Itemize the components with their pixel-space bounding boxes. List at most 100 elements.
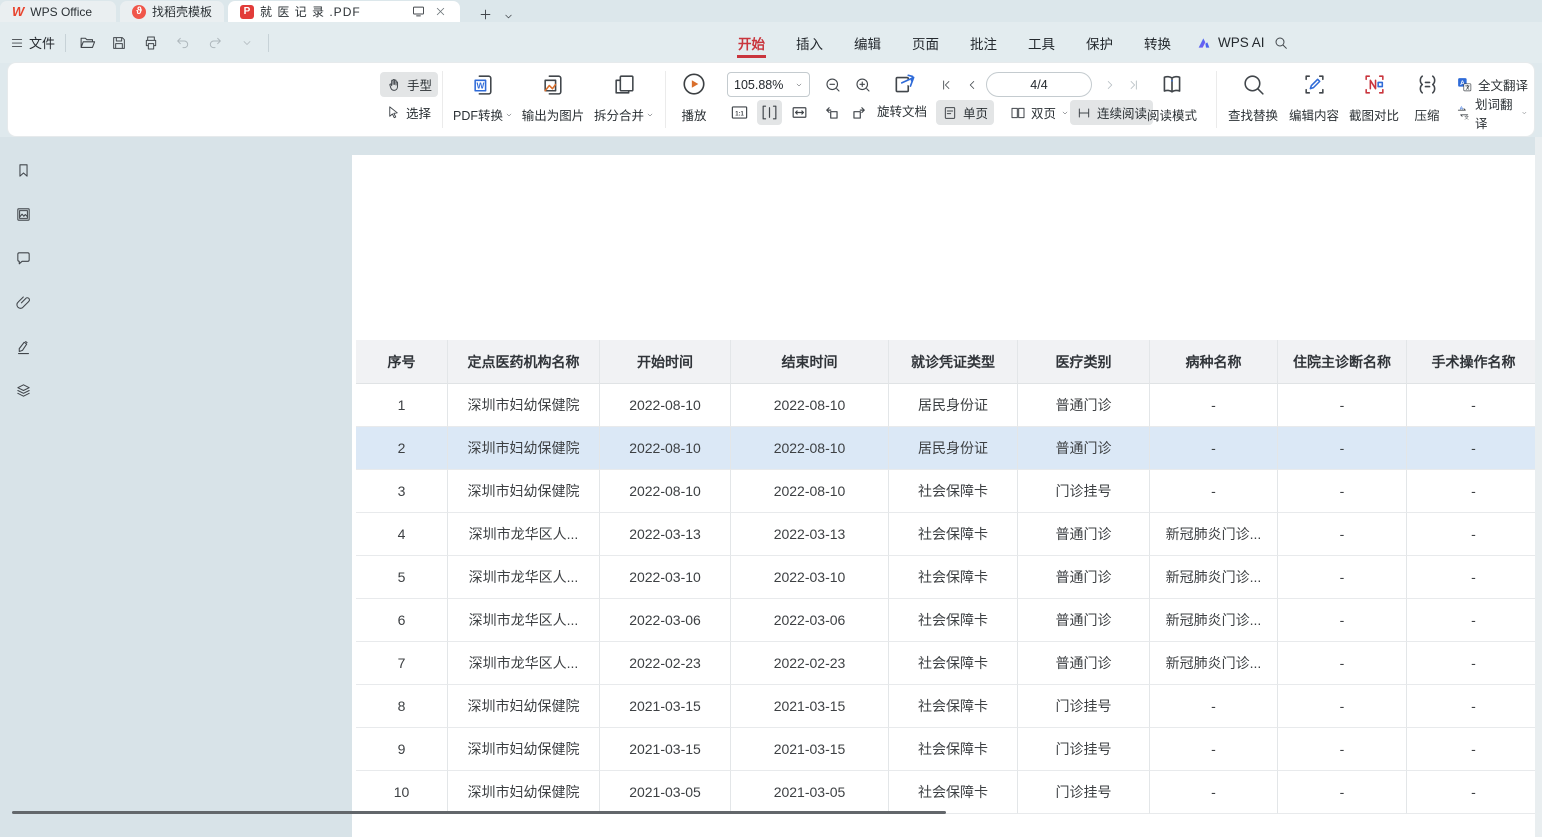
fit-page-button[interactable] — [787, 100, 812, 125]
table-cell: 普通门诊 — [1018, 513, 1150, 556]
menu-convert[interactable]: 转换 — [1143, 24, 1172, 62]
menu-home[interactable]: 开始 — [737, 24, 766, 62]
table-header-cell: 住院主诊断名称 — [1278, 340, 1407, 384]
rotate-left-button[interactable] — [819, 100, 844, 125]
zoom-level-select[interactable]: 105.88% — [727, 72, 810, 97]
table-cell: 新冠肺炎门诊... — [1150, 642, 1278, 685]
tab-wps-office[interactable]: W WPS Office — [0, 1, 116, 22]
page-indicator-input[interactable]: 4/4 — [986, 72, 1092, 97]
table-header-cell: 就诊凭证类型 — [889, 340, 1018, 384]
signature-button[interactable] — [12, 335, 34, 357]
table-cell: 社会保障卡 — [889, 642, 1018, 685]
table-cell: 居民身份证 — [889, 384, 1018, 427]
tab-docer-templates[interactable]: ϑ 找稻壳模板 — [120, 1, 224, 22]
table-cell: - — [1150, 771, 1278, 814]
menu-protect[interactable]: 保护 — [1085, 24, 1114, 62]
table-cell: 8 — [356, 685, 448, 728]
rotate-pages-icon — [892, 71, 918, 97]
fit-width-button[interactable] — [757, 100, 782, 125]
vertical-scrollbar[interactable] — [1535, 137, 1542, 837]
comments-button[interactable] — [12, 247, 34, 269]
select-tool-button[interactable]: 选择 — [380, 100, 437, 125]
folder-open-icon — [79, 34, 96, 51]
menu-tools[interactable]: 工具 — [1027, 24, 1056, 62]
menu-page[interactable]: 页面 — [911, 24, 940, 62]
table-cell: 门诊挂号 — [1018, 771, 1150, 814]
table-cell: 2021-03-15 — [600, 685, 731, 728]
divider — [65, 34, 66, 52]
svg-text:文: 文 — [1464, 114, 1469, 121]
quick-access-chevron-icon[interactable] — [236, 32, 258, 54]
table-cell: 深圳市龙华区人... — [448, 642, 600, 685]
table-cell: 2022-02-23 — [731, 642, 889, 685]
table-cell: 深圳市妇幼保健院 — [448, 771, 600, 814]
table-body: 1深圳市妇幼保健院2022-08-102022-08-10居民身份证普通门诊--… — [356, 384, 1536, 814]
open-file-button[interactable] — [76, 32, 98, 54]
attachments-button[interactable] — [12, 291, 34, 313]
undo-icon — [175, 35, 191, 51]
next-page-button[interactable] — [1100, 72, 1120, 97]
table-cell: - — [1150, 470, 1278, 513]
read-mode-button[interactable]: 阅读模式 — [1130, 70, 1214, 125]
thumbnails-button[interactable] — [12, 203, 34, 225]
present-to-screen-icon[interactable] — [410, 4, 426, 20]
search-icon — [1273, 35, 1289, 51]
table-cell: 深圳市龙华区人... — [448, 513, 600, 556]
rotate-pages-button[interactable] — [890, 70, 920, 98]
close-tab-icon[interactable] — [432, 4, 448, 20]
table-cell: - — [1278, 513, 1407, 556]
layers-icon — [15, 382, 32, 399]
play-button[interactable]: 播放 — [652, 70, 736, 125]
prev-page-button[interactable] — [962, 72, 982, 97]
fit-width-icon — [760, 103, 779, 122]
single-page-button[interactable]: 单页 — [936, 100, 994, 125]
docer-icon: ϑ — [132, 5, 146, 19]
svg-text:1:1: 1:1 — [735, 111, 744, 117]
actual-size-button[interactable]: 1:1 — [727, 100, 752, 125]
rotate-right-button[interactable] — [847, 100, 872, 125]
first-page-button[interactable] — [936, 72, 956, 97]
menu-comment[interactable]: 批注 — [969, 24, 998, 62]
new-tab-button[interactable] — [474, 7, 497, 22]
single-page-icon — [942, 105, 958, 121]
menu-insert[interactable]: 插入 — [795, 24, 824, 62]
tab-list-chevron-icon[interactable] — [503, 11, 514, 22]
divider — [268, 34, 269, 52]
rotate-document-label[interactable]: 旋转文档 — [877, 100, 927, 125]
horizontal-scrollbar[interactable] — [12, 811, 946, 814]
pen-icon — [15, 338, 32, 355]
double-page-button[interactable]: 双页 — [1004, 100, 1075, 125]
table-header-cell: 结束时间 — [731, 340, 889, 384]
table-cell: 2022-03-06 — [600, 599, 731, 642]
save-button[interactable] — [108, 32, 130, 54]
table-cell: 门诊挂号 — [1018, 685, 1150, 728]
table-cell: 社会保障卡 — [889, 556, 1018, 599]
file-menu-button[interactable]: 文件 — [10, 33, 55, 52]
table-cell: - — [1150, 427, 1278, 470]
bookmark-icon — [15, 162, 32, 179]
table-cell: 2021-03-05 — [600, 771, 731, 814]
save-icon — [111, 35, 127, 51]
prev-page-icon — [965, 78, 979, 92]
redo-button[interactable] — [204, 32, 226, 54]
zoom-in-button[interactable] — [850, 72, 875, 97]
table-cell: - — [1278, 556, 1407, 599]
print-button[interactable] — [140, 32, 162, 54]
wps-ai-button[interactable]: WPS AI — [1196, 22, 1265, 63]
pdf-page[interactable]: 序号定点医药机构名称开始时间结束时间就诊凭证类型医疗类别病种名称住院主诊断名称手… — [352, 155, 1536, 837]
layers-button[interactable] — [12, 379, 34, 401]
undo-button[interactable] — [172, 32, 194, 54]
bookmarks-button[interactable] — [12, 159, 34, 181]
menu-edit[interactable]: 编辑 — [853, 24, 882, 62]
table-cell: 普通门诊 — [1018, 642, 1150, 685]
table-cell: 5 — [356, 556, 448, 599]
zoom-out-button[interactable] — [820, 72, 845, 97]
print-icon — [143, 35, 159, 51]
table-cell: 2021-03-15 — [731, 728, 889, 771]
cursor-icon — [386, 105, 401, 120]
word-translate-button[interactable]: A文 划词翻译 — [1450, 100, 1534, 125]
search-button[interactable] — [1270, 32, 1292, 54]
hand-tool-button[interactable]: 手型 — [380, 72, 438, 97]
full-translate-icon: A — [1456, 76, 1473, 93]
tab-document-pdf[interactable]: P 就 医 记 录 .PDF — [228, 1, 460, 22]
